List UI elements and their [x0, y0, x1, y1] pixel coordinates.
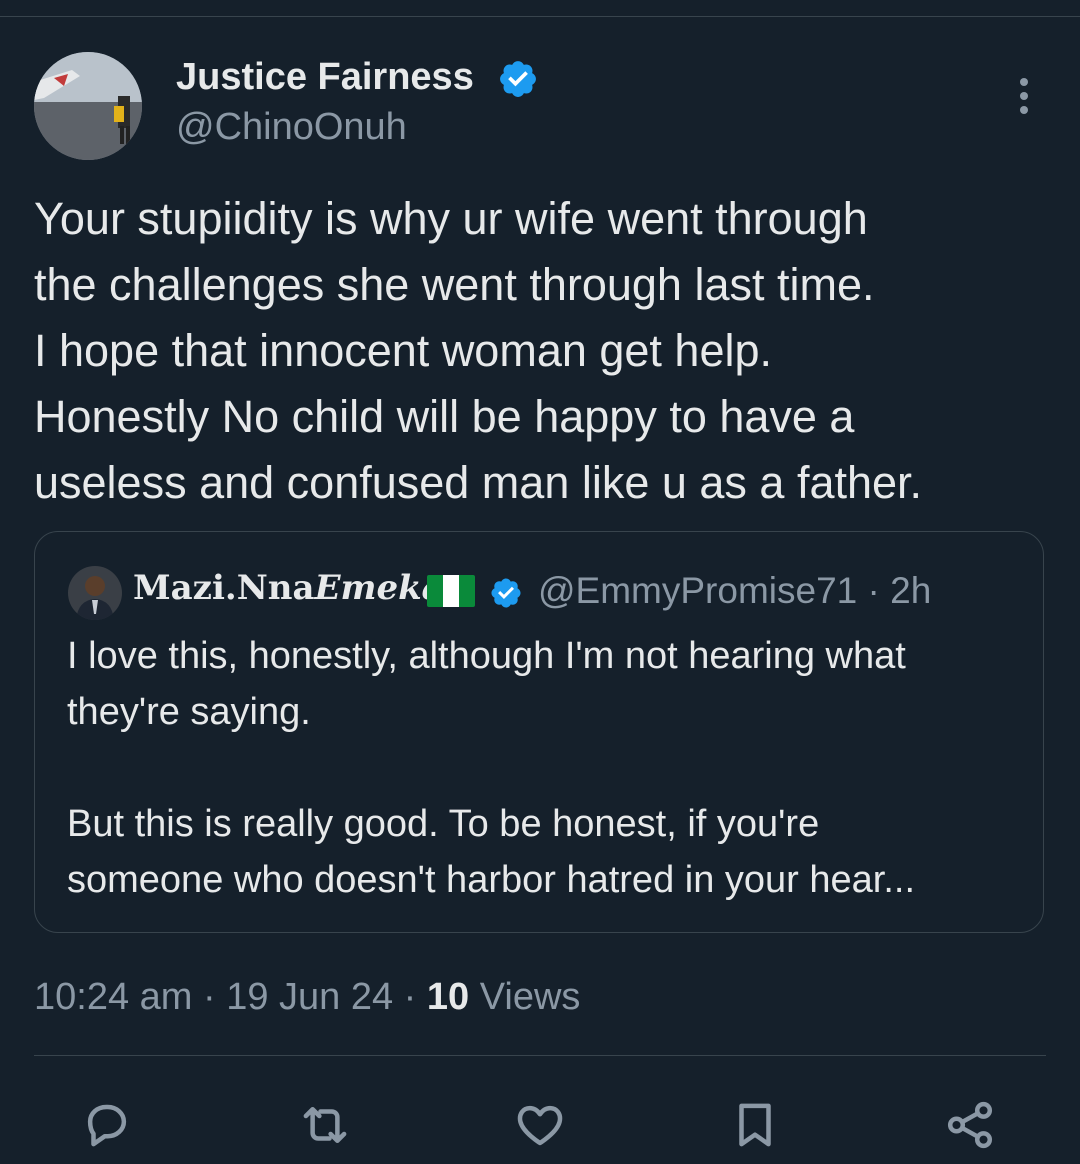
- timestamp[interactable]: 10:24 am · 19 Jun 24 ·: [34, 976, 427, 1018]
- quote-author-name-regular: Mazi.Nna: [133, 568, 315, 608]
- author-avatar[interactable]: [34, 52, 142, 160]
- quoted-tweet-card[interactable]: Mazi.NnaEmeka @EmmyPromise71 · 2h I love…: [34, 531, 1044, 933]
- quote-handle-time: @EmmyPromise71 · 2h: [538, 570, 932, 611]
- tweet-text-line: useless and confused man like u as a fat…: [34, 457, 923, 508]
- more-options-icon[interactable]: [1008, 76, 1040, 116]
- actions-divider: [34, 1055, 1046, 1056]
- quote-text-line: I love this, honestly, although I'm not …: [67, 635, 906, 677]
- author-name[interactable]: Justice Fairness: [176, 56, 474, 99]
- tweet-text-line: Honestly No child will be happy to have …: [34, 391, 855, 442]
- retweet-button[interactable]: [298, 1098, 352, 1152]
- reply-icon: [87, 1104, 127, 1147]
- share-button[interactable]: [943, 1098, 997, 1152]
- quote-text-line: someone who doesn't harbor hatred in you…: [67, 859, 916, 901]
- like-button[interactable]: [513, 1098, 567, 1152]
- top-divider: [0, 16, 1080, 17]
- views-label: Views: [469, 976, 581, 1018]
- bookmark-button[interactable]: [728, 1098, 782, 1152]
- quote-text-gap: [67, 740, 1027, 796]
- tweet-text-line: I hope that innocent woman get help.: [34, 325, 773, 376]
- tweet-detail-page: Justice Fairness @ChinoOnuh Your stupiid…: [0, 0, 1080, 1164]
- quote-author-name-italic: Emeka: [314, 568, 444, 608]
- timestamp-views: 10:24 am · 19 Jun 24 · 10 Views: [34, 976, 580, 1019]
- like-icon: [517, 1105, 563, 1146]
- tweet-text-line: Your stupiidity is why ur wife went thro…: [34, 193, 868, 244]
- quote-text-line: they're saying.: [67, 691, 311, 733]
- bookmark-icon: [739, 1103, 771, 1147]
- quote-text-line: But this is really good. To be honest, i…: [67, 803, 820, 845]
- views-count: 10: [426, 976, 470, 1018]
- nigeria-flag-icon: [427, 575, 475, 607]
- verified-badge-icon: [491, 578, 521, 608]
- tweet-text: Your stupiidity is why ur wife went thro…: [34, 186, 1064, 516]
- author-handle[interactable]: @ChinoOnuh: [176, 106, 407, 149]
- quote-author-name[interactable]: Mazi.NnaEmeka: [133, 568, 444, 608]
- share-icon: [947, 1101, 993, 1149]
- quote-text: I love this, honestly, although I'm not …: [67, 628, 1027, 908]
- tweet-text-line: the challenges she went through last tim…: [34, 259, 875, 310]
- verified-badge-icon: [500, 61, 536, 97]
- quote-author-avatar[interactable]: [68, 566, 122, 620]
- reply-button[interactable]: [80, 1098, 134, 1152]
- retweet-icon: [303, 1107, 347, 1143]
